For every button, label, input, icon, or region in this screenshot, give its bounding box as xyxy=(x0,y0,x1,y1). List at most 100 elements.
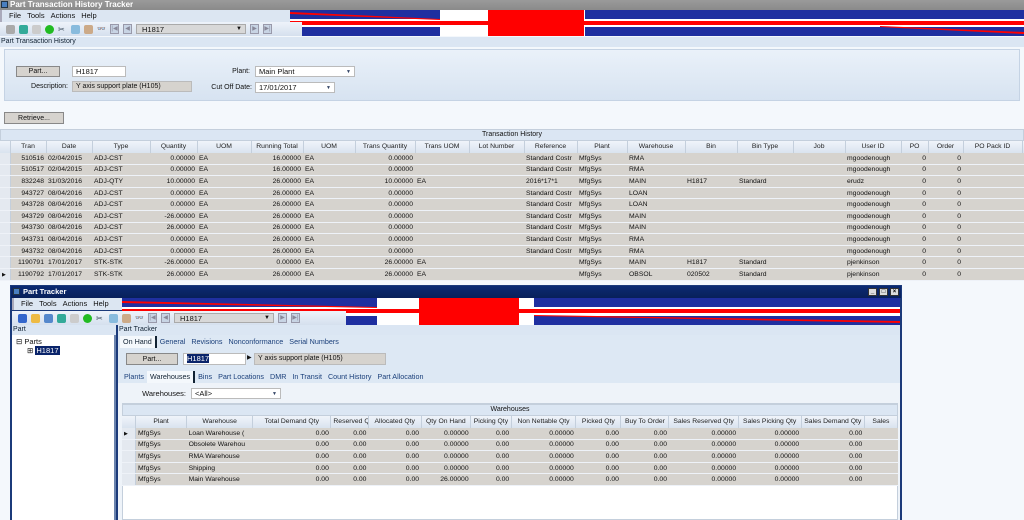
tab-part-allocation[interactable]: Part Allocation xyxy=(375,371,427,383)
cut-icon[interactable]: ✂ xyxy=(58,25,67,34)
paste-icon[interactable] xyxy=(122,313,131,323)
row-selector[interactable]: ▶ xyxy=(0,268,11,281)
menu-help[interactable]: Help xyxy=(93,299,108,308)
row-selector[interactable] xyxy=(0,245,11,258)
table-row[interactable]: ▶ MfgSys Loan Warehouse (0.00 0.00 0.00 0.000… xyxy=(122,427,898,440)
column-header[interactable]: Order xyxy=(928,141,964,153)
column-header[interactable]: Total Demand Qty xyxy=(252,416,332,428)
table-row[interactable]: 510517 02/04/2015 ADJ-CST 0.00000 EA 16.00000… xyxy=(0,164,1024,177)
row-selector[interactable] xyxy=(0,175,11,188)
menu-file[interactable]: File xyxy=(21,299,33,308)
row-selector[interactable] xyxy=(122,450,136,463)
tab-bins[interactable]: Bins xyxy=(195,371,215,383)
open-folder-icon[interactable] xyxy=(31,313,40,323)
search-binoculars-icon[interactable]: 👓 xyxy=(135,314,144,323)
menu-file[interactable]: File xyxy=(9,11,21,20)
tab-in-transit[interactable]: In Transit xyxy=(289,371,325,383)
prev-record-button[interactable]: ◀ xyxy=(161,313,170,323)
book-icon[interactable] xyxy=(18,313,27,323)
clipboard-icon[interactable] xyxy=(6,24,15,34)
column-header[interactable]: Bin xyxy=(685,141,738,153)
menu-actions[interactable]: Actions xyxy=(51,11,76,20)
part-button[interactable]: Part... xyxy=(126,353,178,365)
part-input[interactable]: H1817 xyxy=(72,66,126,77)
tab-plants[interactable]: Plants xyxy=(121,371,147,383)
table-row[interactable]: 510516 02/04/2015 ADJ-CST 0.00000 EA 16.00000… xyxy=(0,152,1024,165)
row-selector[interactable] xyxy=(0,256,11,270)
row-selector[interactable] xyxy=(0,164,11,177)
column-header[interactable]: Plant xyxy=(577,141,628,153)
column-header[interactable]: Warehouse xyxy=(627,141,686,153)
part-input[interactable]: H1817 xyxy=(183,353,246,365)
tab-revisions[interactable]: Revisions xyxy=(188,336,225,348)
table-row[interactable]: MfgSys Shipping 0.00 0.00 0.00 0.00000 0.00 0.0… xyxy=(122,462,898,475)
tab-serial-numbers[interactable]: Serial Numbers xyxy=(286,336,342,348)
column-header[interactable]: Job xyxy=(793,141,846,153)
tab-part-locations[interactable]: Part Locations xyxy=(215,371,267,383)
table-row[interactable]: MfgSys Obsolete Warehou 0.00 0.00 0.00 0.0000… xyxy=(122,439,898,452)
row-selector[interactable] xyxy=(0,210,11,223)
column-header[interactable]: PO Pack ID xyxy=(963,141,1023,153)
minimize-button[interactable]: _ xyxy=(868,288,877,296)
last-record-button[interactable]: ▶| xyxy=(263,24,272,34)
maximize-button[interactable]: □ xyxy=(879,288,888,296)
eraser-icon[interactable] xyxy=(70,313,79,323)
column-header[interactable]: Date xyxy=(46,141,93,153)
table-row[interactable]: ▶ 1190792 17/01/2017 STK-STK 26.00000 EA 26.00… xyxy=(0,268,1024,281)
table-row[interactable]: 1190791 17/01/2017 STK-STK -26.00000 EA 0.000… xyxy=(0,256,1024,270)
row-selector[interactable] xyxy=(0,187,11,200)
copy-icon[interactable] xyxy=(71,24,80,34)
table-row[interactable]: 943731 08/04/2016 ADJ-CST 0.00000 EA 26.00000… xyxy=(0,233,1024,246)
tree-root-parts[interactable]: ⊟ Parts xyxy=(16,337,42,346)
plant-select[interactable]: Main Plant ▼ xyxy=(255,66,355,77)
copy-icon[interactable] xyxy=(109,313,118,323)
collapse-icon[interactable]: ⊟ xyxy=(16,337,22,346)
column-header[interactable]: Non Nettable Qty xyxy=(511,416,577,428)
column-header[interactable]: Qty On Hand xyxy=(421,416,472,428)
column-header[interactable]: Trans Quantity xyxy=(355,141,416,153)
part-nav-combo[interactable]: H1817 ▼ xyxy=(174,313,274,323)
table-row[interactable]: 943728 08/04/2016 ADJ-CST 0.00000 EA 26.00000… xyxy=(0,198,1024,212)
eraser-icon[interactable] xyxy=(32,24,41,34)
column-header[interactable]: Plant xyxy=(135,416,188,428)
column-header[interactable]: Sales Reserved Qty xyxy=(668,416,739,428)
close-button[interactable]: × xyxy=(890,288,899,296)
table-row[interactable]: 943732 08/04/2016 ADJ-CST 0.00000 EA 26.00000… xyxy=(0,245,1024,258)
next-record-button[interactable]: ▶ xyxy=(278,313,287,323)
row-selector[interactable] xyxy=(0,222,11,235)
refresh-icon[interactable] xyxy=(19,24,28,34)
row-selector[interactable] xyxy=(0,233,11,246)
part-button[interactable]: Part... xyxy=(16,66,60,77)
tab-count-history[interactable]: Count History xyxy=(325,371,375,383)
table-row[interactable]: 943729 08/04/2016 ADJ-CST -26.00000 EA 26.000… xyxy=(0,210,1024,223)
table-row[interactable]: MfgSys RMA Warehouse 0.00 0.00 0.00 0.00000 0.… xyxy=(122,450,898,463)
status-icon[interactable] xyxy=(83,313,92,323)
menu-tools[interactable]: Tools xyxy=(27,11,45,20)
table-row[interactable]: 943727 08/04/2016 ADJ-CST 0.00000 EA 26.00000… xyxy=(0,187,1024,200)
part-nav-combo[interactable]: H1817 ▼ xyxy=(136,24,246,34)
next-record-button[interactable]: ▶ xyxy=(250,24,259,34)
tab-general[interactable]: General xyxy=(157,336,189,348)
column-header[interactable]: Quantity xyxy=(150,141,198,153)
prev-record-button[interactable]: ◀ xyxy=(123,24,132,34)
tab-nonconformance[interactable]: Nonconformance xyxy=(226,336,287,348)
paste-icon[interactable] xyxy=(84,24,93,34)
column-header[interactable]: Sales xyxy=(864,416,899,428)
row-selector[interactable] xyxy=(0,152,11,165)
tab-dmr[interactable]: DMR xyxy=(267,371,289,383)
column-header[interactable]: User ID xyxy=(845,141,902,153)
column-header[interactable]: Bin Type xyxy=(737,141,794,153)
column-header[interactable]: Tran xyxy=(10,141,47,153)
column-header[interactable]: Reference xyxy=(524,141,578,153)
table-row[interactable]: 943730 08/04/2016 ADJ-CST 26.00000 EA 26.0000… xyxy=(0,222,1024,235)
column-header[interactable]: Allocated Qty xyxy=(368,416,422,428)
cutoff-date-picker[interactable]: 17/01/2017 ▼ xyxy=(255,82,335,93)
row-selector[interactable] xyxy=(0,198,11,212)
column-header[interactable]: Trans UOM xyxy=(415,141,470,153)
menu-actions[interactable]: Actions xyxy=(63,299,88,308)
refresh-icon[interactable] xyxy=(57,313,66,323)
column-header[interactable]: PO xyxy=(901,141,929,153)
retrieve-button[interactable]: Retrieve... xyxy=(4,112,64,124)
column-header[interactable]: UOM xyxy=(303,141,356,153)
column-header[interactable]: Reserved Qty xyxy=(330,416,369,428)
